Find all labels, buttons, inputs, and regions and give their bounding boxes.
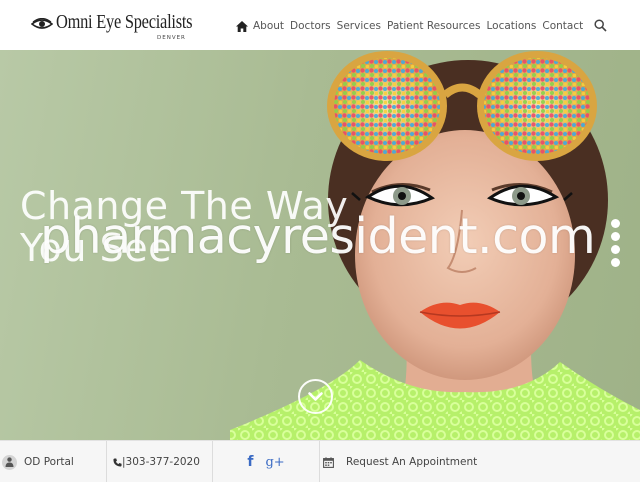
bottom-bar: OD Portal |303-377-2020 f g+ Request An …: [0, 440, 640, 482]
site-header: Omni Eye Specialists DENVER About Doctor…: [0, 0, 640, 50]
nav-services[interactable]: Services: [337, 20, 381, 32]
phone-link[interactable]: |303-377-2020: [107, 441, 213, 482]
hero-slider: Change The Way You See pharmacyresident.…: [0, 50, 640, 440]
slider-dot-3[interactable]: [611, 245, 620, 254]
slider-dot-1[interactable]: [611, 219, 620, 228]
slider-dot-2[interactable]: [611, 232, 620, 241]
logo-name: Omni Eye Specialists: [56, 11, 193, 33]
nav-contact[interactable]: Contact: [542, 20, 583, 32]
od-portal-link[interactable]: OD Portal: [0, 441, 107, 482]
nav-doctors[interactable]: Doctors: [290, 20, 331, 32]
watermark-text: pharmacyresident.com: [40, 208, 596, 265]
nav-about[interactable]: About: [253, 20, 284, 32]
chevron-down-icon: [308, 392, 323, 401]
request-appointment-link[interactable]: Request An Appointment: [320, 441, 640, 482]
slider-dot-4[interactable]: [611, 258, 620, 267]
main-nav: About Doctors Services Patient Resources…: [236, 17, 583, 35]
request-appointment-label: Request An Appointment: [346, 456, 478, 468]
site-logo[interactable]: Omni Eye Specialists DENVER: [31, 10, 193, 44]
eye-logo-icon: [31, 18, 53, 29]
logo-subtitle: DENVER: [157, 35, 186, 41]
nav-locations[interactable]: Locations: [486, 20, 536, 32]
home-icon[interactable]: [236, 20, 249, 32]
nav-patient-resources[interactable]: Patient Resources: [387, 20, 481, 32]
od-portal-label: OD Portal: [24, 456, 74, 468]
google-plus-icon[interactable]: g+: [265, 455, 284, 470]
phone-icon: [113, 457, 122, 467]
user-tie-icon: [2, 454, 17, 470]
calendar-icon: [323, 456, 334, 468]
scroll-down-button[interactable]: [298, 379, 333, 414]
phone-number: |303-377-2020: [122, 456, 200, 468]
facebook-icon[interactable]: f: [247, 454, 253, 470]
slider-dots: [611, 219, 621, 271]
social-links: f g+: [213, 441, 320, 482]
search-icon[interactable]: [594, 19, 607, 32]
